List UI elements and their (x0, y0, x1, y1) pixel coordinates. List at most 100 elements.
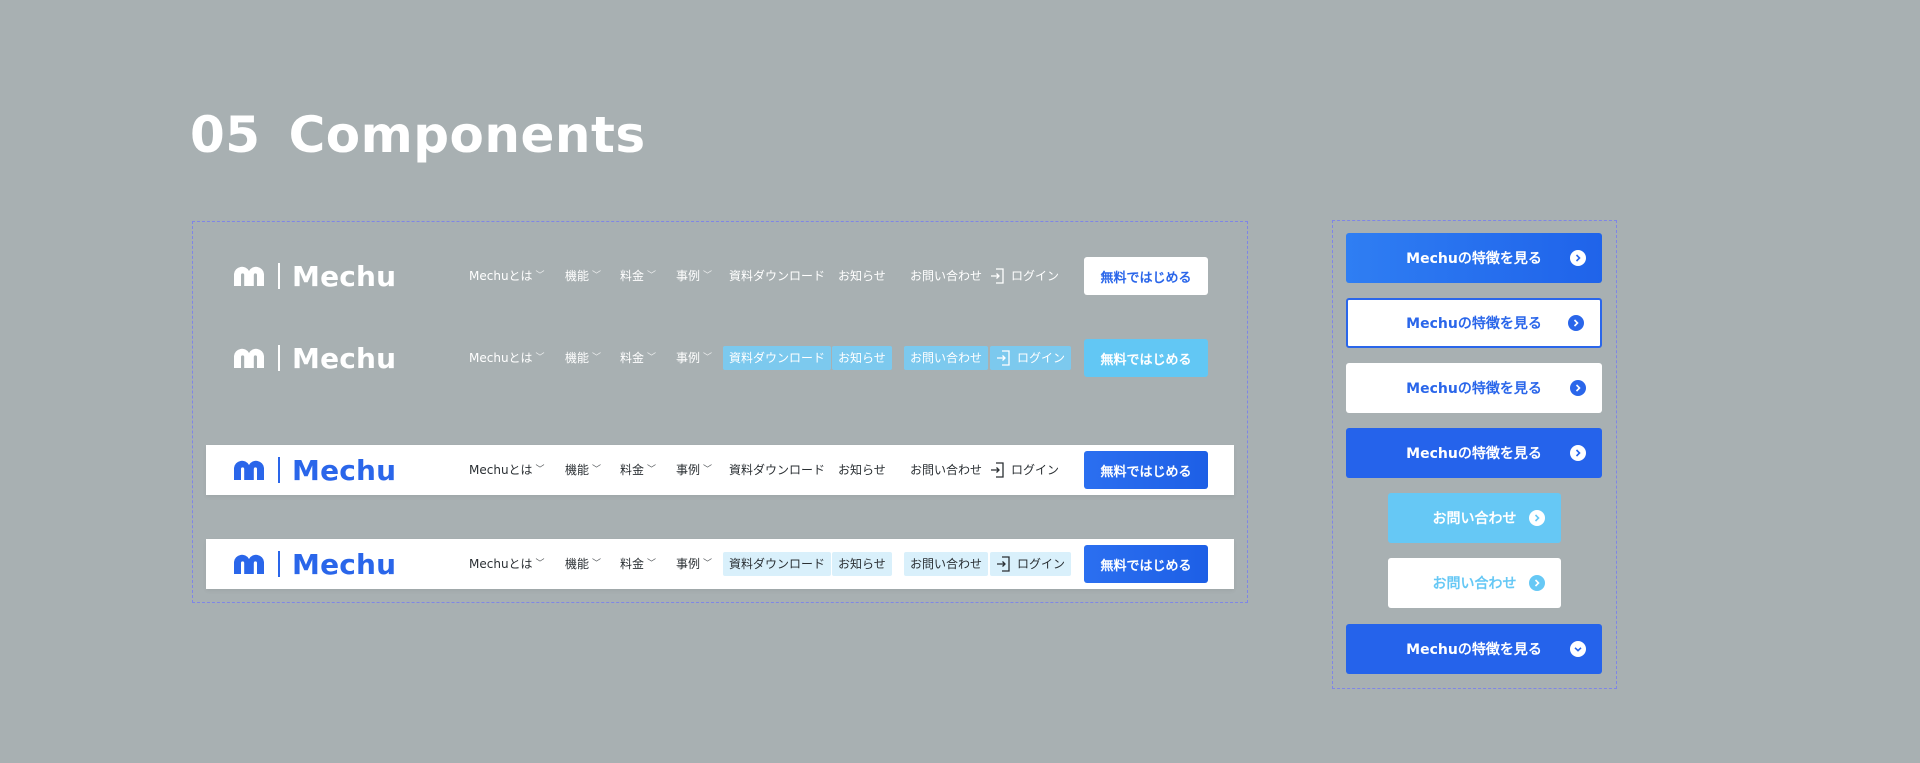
brand-logo[interactable]: Mechu (232, 251, 396, 301)
nav-download[interactable]: 資料ダウンロード (723, 346, 832, 370)
nav-cases-label: 事例 (676, 557, 701, 571)
nav-features[interactable]: 機能 ﹀ (565, 346, 601, 370)
nav-contact-label: お問い合わせ (910, 351, 983, 365)
nav-cases[interactable]: 事例 ﹀ (676, 552, 712, 576)
nav-cases[interactable]: 事例 ﹀ (676, 346, 712, 370)
nav-news[interactable]: お知らせ (838, 458, 886, 482)
nav-pricing[interactable]: 料金 ﹀ (620, 264, 656, 288)
brand-name: Mechu (292, 259, 397, 293)
nav-contact-label: お問い合わせ (910, 463, 983, 477)
nav-pricing[interactable]: 料金 ﹀ (620, 552, 656, 576)
nav-download[interactable]: 資料ダウンロード (723, 552, 832, 576)
start-free-button[interactable]: 無料ではじめる (1084, 545, 1208, 583)
section-title: Components (288, 106, 646, 164)
nav-about-label: Mechuとは (469, 557, 533, 571)
nav-cases[interactable]: 事例 ﹀ (676, 264, 712, 288)
nav-features[interactable]: 機能 ﹀ (565, 458, 601, 482)
nav-download[interactable]: 資料ダウンロード (729, 264, 825, 288)
nav-contact[interactable]: お問い合わせ (904, 346, 989, 370)
view-features-button[interactable]: Mechuの特徴を見る (1346, 428, 1602, 478)
nav-contact-label: お問い合わせ (910, 269, 983, 283)
nav-login[interactable]: ログイン (990, 552, 1072, 576)
contact-button[interactable]: お問い合わせ (1388, 493, 1561, 543)
nav-contact[interactable]: お問い合わせ (910, 264, 982, 288)
mechu-logo-icon (234, 266, 264, 286)
nav-about[interactable]: Mechuとは ﹀ (469, 264, 545, 288)
chevron-down-icon: ﹀ (703, 559, 713, 569)
nav-cases[interactable]: 事例 ﹀ (676, 458, 712, 482)
nav-news-label: お知らせ (838, 351, 886, 365)
nav-news[interactable]: お知らせ (832, 346, 892, 370)
section-number: 05 (190, 106, 261, 164)
nav-about-label: Mechuとは (469, 463, 533, 477)
chevron-down-icon (1570, 641, 1586, 657)
chevron-down-icon: ﹀ (535, 353, 545, 363)
brand-divider (278, 457, 280, 483)
view-features-button[interactable]: Mechuの特徴を見る (1346, 298, 1602, 348)
button-label: お問い合わせ (1432, 576, 1517, 592)
start-free-button[interactable]: 無料ではじめる (1084, 339, 1208, 377)
nav-features-label: 機能 (565, 351, 590, 365)
nav-pricing[interactable]: 料金 ﹀ (620, 458, 656, 482)
nav-features[interactable]: 機能 ﹀ (565, 552, 601, 576)
header-transparent-default: Mechu Mechuとは ﹀ 機能 ﹀ 料金 ﹀ 事例 ﹀ 資料ダウンロード お知らせ… (206, 251, 1234, 301)
nav-contact[interactable]: お問い合わせ (910, 458, 982, 482)
chevron-down-icon: ﹀ (535, 271, 545, 281)
nav-news[interactable]: お知らせ (832, 552, 892, 576)
nav-cases-label: 事例 (676, 463, 701, 477)
button-label: Mechuの特徴を見る (1406, 251, 1542, 267)
button-label: Mechuの特徴を見る (1406, 642, 1542, 658)
view-features-dropdown-button[interactable]: Mechuの特徴を見る (1346, 624, 1602, 674)
button-label: Mechuの特徴を見る (1406, 446, 1542, 462)
brand-logo[interactable]: Mechu (232, 539, 396, 589)
login-icon (990, 268, 1004, 284)
nav-download[interactable]: 資料ダウンロード (729, 458, 825, 482)
nav-contact[interactable]: お問い合わせ (904, 552, 989, 576)
mechu-logo-icon (234, 460, 264, 480)
nav-features-label: 機能 (565, 557, 590, 571)
nav-login-label: ログイン (1017, 351, 1066, 365)
header-white-hover: Mechu Mechuとは ﹀ 機能 ﹀ 料金 ﹀ 事例 ﹀ 資料ダウンロード お知らせ… (206, 539, 1234, 589)
nav-about[interactable]: Mechuとは ﹀ (469, 346, 545, 370)
nav-about[interactable]: Mechuとは ﹀ (469, 458, 545, 482)
nav-cases-label: 事例 (676, 351, 701, 365)
nav-contact-label: お問い合わせ (910, 557, 983, 571)
view-features-button[interactable]: Mechuの特徴を見る (1346, 363, 1602, 413)
chevron-down-icon: ﹀ (535, 465, 545, 475)
nav-download-label: 資料ダウンロード (729, 463, 826, 477)
header-transparent-hover: Mechu Mechuとは ﹀ 機能 ﹀ 料金 ﹀ 事例 ﹀ 資料ダウンロード お知らせ… (206, 333, 1234, 383)
brand-divider (278, 345, 280, 371)
contact-button[interactable]: お問い合わせ (1388, 558, 1561, 608)
chevron-down-icon: ﹀ (592, 559, 602, 569)
nav-about[interactable]: Mechuとは ﹀ (469, 552, 545, 576)
nav-features[interactable]: 機能 ﹀ (565, 264, 601, 288)
nav-login[interactable]: ログイン (990, 346, 1072, 370)
chevron-down-icon: ﹀ (703, 465, 713, 475)
start-free-button[interactable]: 無料ではじめる (1084, 451, 1208, 489)
nav-pricing-label: 料金 (620, 269, 645, 283)
chevron-right-icon (1529, 575, 1545, 591)
chevron-right-icon (1529, 510, 1545, 526)
nav-login-label: ログイン (1011, 463, 1060, 477)
nav-login-label: ログイン (1011, 269, 1060, 283)
nav-login[interactable]: ログイン (990, 458, 1059, 482)
chevron-down-icon: ﹀ (592, 271, 602, 281)
nav-download-label: 資料ダウンロード (729, 557, 826, 571)
brand-logo[interactable]: Mechu (232, 445, 396, 495)
chevron-down-icon: ﹀ (703, 271, 713, 281)
nav-pricing-label: 料金 (620, 463, 645, 477)
brand-logo[interactable]: Mechu (232, 333, 396, 383)
nav-news[interactable]: お知らせ (838, 264, 886, 288)
nav-download-label: 資料ダウンロード (729, 351, 826, 365)
brand-divider (278, 551, 280, 577)
nav-pricing-label: 料金 (620, 557, 645, 571)
nav-pricing[interactable]: 料金 ﹀ (620, 346, 656, 370)
nav-news-label: お知らせ (838, 269, 886, 283)
button-label: お問い合わせ (1432, 511, 1517, 527)
chevron-right-icon (1570, 445, 1586, 461)
nav-cases-label: 事例 (676, 269, 701, 283)
view-features-button[interactable]: Mechuの特徴を見る (1346, 233, 1602, 283)
chevron-right-icon (1568, 315, 1584, 331)
start-free-button[interactable]: 無料ではじめる (1084, 257, 1208, 295)
nav-login[interactable]: ログイン (990, 264, 1059, 288)
